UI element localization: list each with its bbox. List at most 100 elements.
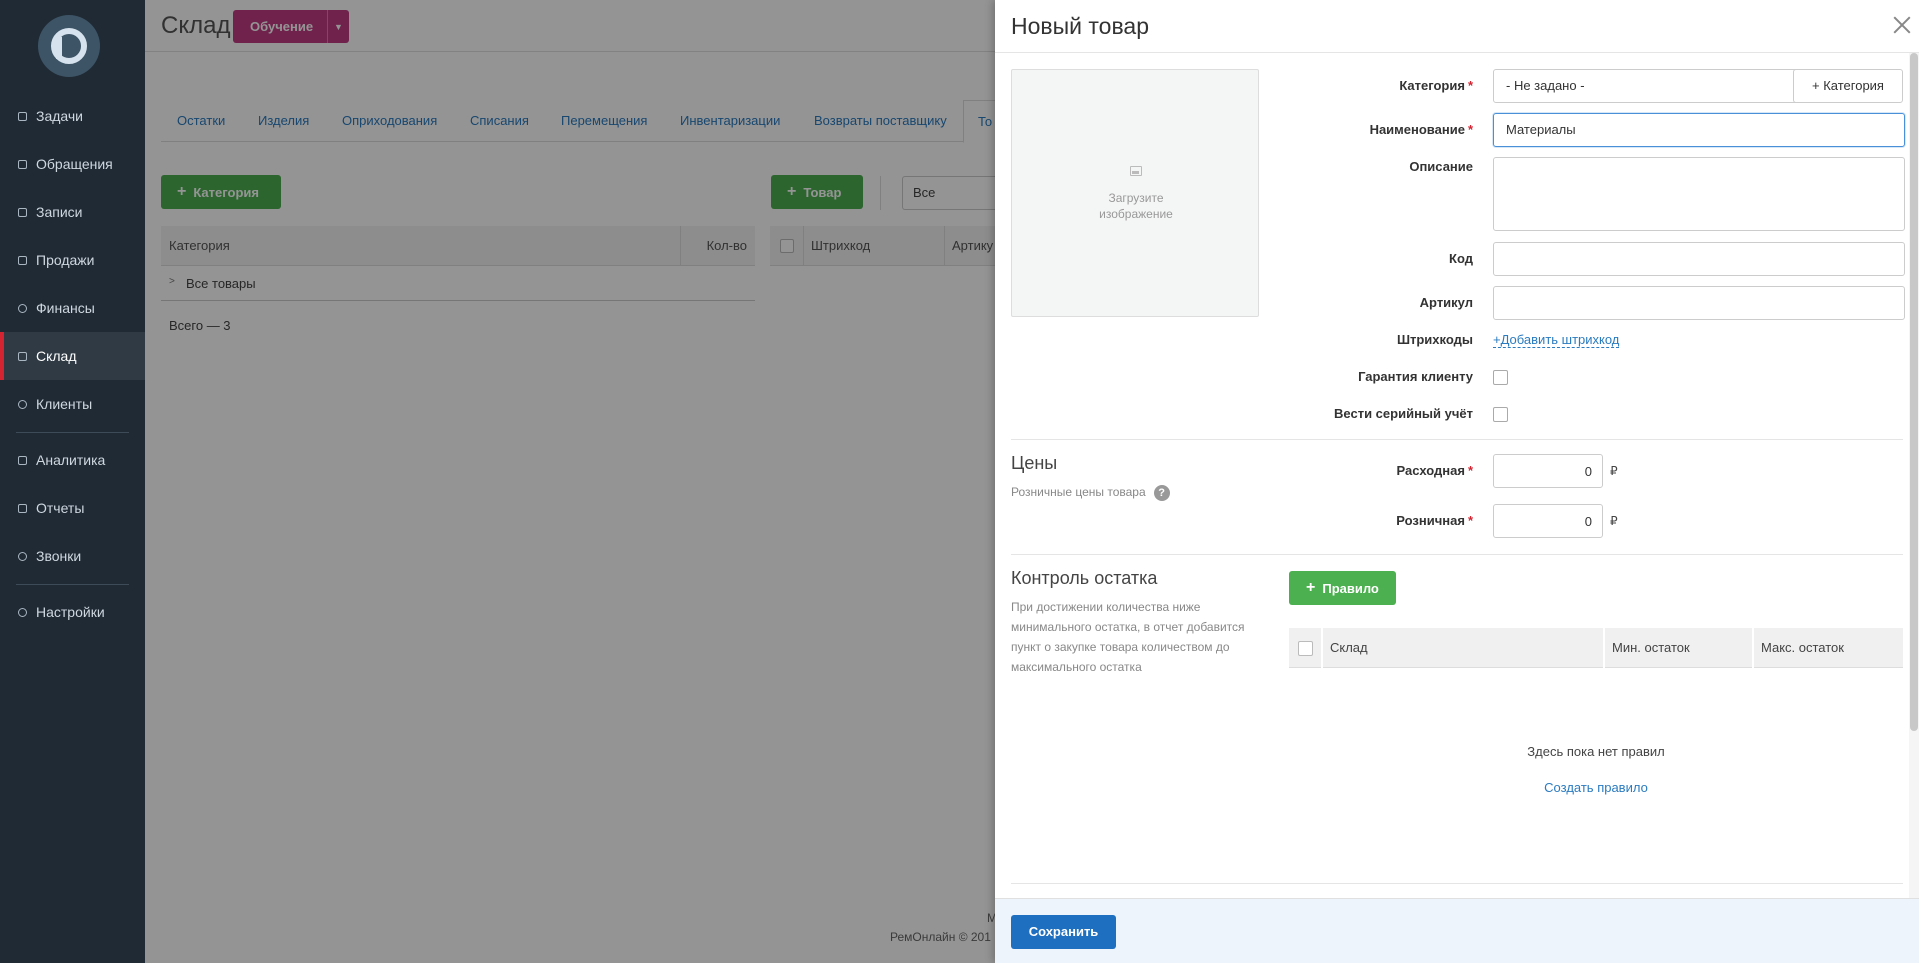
upload-hint: Загрузите изображение (1012, 190, 1260, 222)
logo-stem (56, 37, 62, 59)
prices-desc: Розничные цены товара? (1011, 482, 1170, 502)
category-label: Категория * (1399, 78, 1473, 93)
warehouse-icon (16, 350, 29, 363)
cost-price-input[interactable]: 0 (1493, 454, 1603, 488)
code-label: Код (1449, 251, 1473, 266)
records-icon (16, 206, 29, 219)
sidebar: Задачи Обращения Записи Продажи Финансы … (0, 0, 145, 963)
reports-icon (16, 502, 29, 515)
requests-icon (16, 158, 29, 171)
stock-desc-line: При достижении количества ниже (1011, 600, 1201, 614)
column-divider (1321, 628, 1323, 668)
sidebar-item-label: Обращения (36, 156, 113, 172)
empty-rules-text: Здесь пока нет правил (1527, 744, 1665, 759)
description-textarea[interactable] (1493, 157, 1905, 231)
code-input[interactable] (1493, 242, 1905, 276)
sidebar-item-label: Продажи (36, 252, 95, 268)
serial-label: Вести серийный учёт (1334, 406, 1473, 421)
panel-header: Новый товар (995, 0, 1919, 53)
category-select-value: - Не задано - (1506, 78, 1585, 93)
sidebar-item-clients[interactable]: Клиенты (0, 380, 145, 428)
cost-price-label: Расходная * (1396, 463, 1473, 478)
save-button[interactable]: Сохранить (1011, 915, 1116, 949)
upload-hint-line: изображение (1099, 207, 1173, 221)
stock-control-desc: При достижении количества ниже минимальн… (1011, 597, 1245, 677)
retail-price-label: Розничная * (1396, 513, 1473, 528)
add-category-button[interactable]: + Категория (1793, 69, 1903, 103)
sidebar-item-tasks[interactable]: Задачи (0, 92, 145, 140)
stock-desc-line: пункт о закупке товара количеством до (1011, 640, 1230, 654)
retail-price-input[interactable]: 0 (1493, 504, 1603, 538)
plus-icon: + (1306, 579, 1316, 596)
analytics-icon (16, 454, 29, 467)
sidebar-item-label: Финансы (36, 300, 95, 316)
sidebar-item-label: Клиенты (36, 396, 93, 412)
sidebar-item-records[interactable]: Записи (0, 188, 145, 236)
category-select[interactable]: - Не задано - (1493, 69, 1821, 103)
warranty-checkbox[interactable] (1493, 370, 1508, 385)
select-all-checkbox[interactable] (1298, 641, 1313, 656)
barcodes-label: Штрихкоды (1396, 332, 1473, 347)
stock-desc-line: минимального остатка, в отчет добавится (1011, 620, 1245, 634)
finance-icon (16, 302, 29, 315)
panel-scrollbar[interactable] (1909, 53, 1919, 898)
close-icon[interactable] (1891, 14, 1913, 36)
sidebar-item-sales[interactable]: Продажи (0, 236, 145, 284)
article-label: Артикул (1419, 295, 1473, 310)
image-upload[interactable]: Загрузите изображение (1011, 69, 1259, 317)
sidebar-item-label: Задачи (36, 108, 84, 124)
sidebar-item-label: Склад (36, 348, 77, 364)
prices-desc-text: Розничные цены товара (1011, 485, 1146, 499)
upload-hint-line: Загрузите (1108, 191, 1164, 205)
create-rule-link[interactable]: Создать правило (1289, 780, 1903, 795)
sidebar-item-requests[interactable]: Обращения (0, 140, 145, 188)
phone-icon (16, 550, 29, 563)
tasks-icon (16, 110, 29, 123)
logo[interactable] (38, 15, 100, 77)
rules-table-header: Склад Мин. остаток Макс. остаток (1289, 628, 1903, 668)
stock-desc-line: максимального остатка (1011, 660, 1142, 674)
image-icon (1130, 166, 1142, 176)
currency-sign: ₽ (1610, 464, 1618, 478)
col-warehouse: Склад (1330, 640, 1368, 655)
sidebar-divider (16, 584, 129, 585)
sidebar-item-analytics[interactable]: Аналитика (0, 436, 145, 484)
name-input[interactable]: Материалы (1493, 113, 1905, 147)
new-product-panel: Новый товар Загрузите изображение Катего… (995, 0, 1919, 963)
description-label: Описание (1409, 159, 1473, 174)
sidebar-divider (16, 432, 129, 433)
add-barcode-link[interactable]: +Добавить штрихкод (1493, 332, 1620, 348)
section-divider (1011, 554, 1903, 555)
add-rule-button[interactable]: + Правило (1289, 571, 1396, 605)
sidebar-item-settings[interactable]: Настройки (0, 588, 145, 636)
add-rule-label: Правило (1322, 580, 1379, 596)
currency-sign: ₽ (1610, 514, 1618, 528)
section-divider (1011, 883, 1903, 884)
prices-title: Цены (1011, 453, 1058, 473)
sidebar-item-finance[interactable]: Финансы (0, 284, 145, 332)
sidebar-item-label: Настройки (36, 604, 105, 620)
col-max-stock: Макс. остаток (1761, 640, 1844, 655)
clients-icon (16, 398, 29, 411)
article-input[interactable] (1493, 286, 1905, 320)
gear-icon (16, 606, 29, 619)
sidebar-item-reports[interactable]: Отчеты (0, 484, 145, 532)
panel-footer: Сохранить (995, 898, 1919, 963)
col-min-stock: Мин. остаток (1612, 640, 1690, 655)
name-label: Наименование * (1369, 122, 1473, 137)
sidebar-item-calls[interactable]: Звонки (0, 532, 145, 580)
sidebar-item-warehouse[interactable]: Склад (0, 332, 145, 380)
serial-checkbox[interactable] (1493, 407, 1508, 422)
column-divider (1752, 628, 1754, 668)
sidebar-item-label: Звонки (36, 548, 82, 564)
cart-icon (16, 254, 29, 267)
column-divider (1603, 628, 1605, 668)
warranty-label: Гарантия клиенту (1358, 369, 1473, 384)
scrollbar-thumb[interactable] (1910, 53, 1918, 731)
stock-control-title: Контроль остатка (1011, 568, 1158, 588)
sidebar-item-label: Записи (36, 204, 83, 220)
help-icon[interactable]: ? (1153, 485, 1170, 501)
section-divider (1011, 439, 1903, 440)
sidebar-item-label: Отчеты (36, 500, 85, 516)
panel-title: Новый товар (1011, 13, 1149, 39)
